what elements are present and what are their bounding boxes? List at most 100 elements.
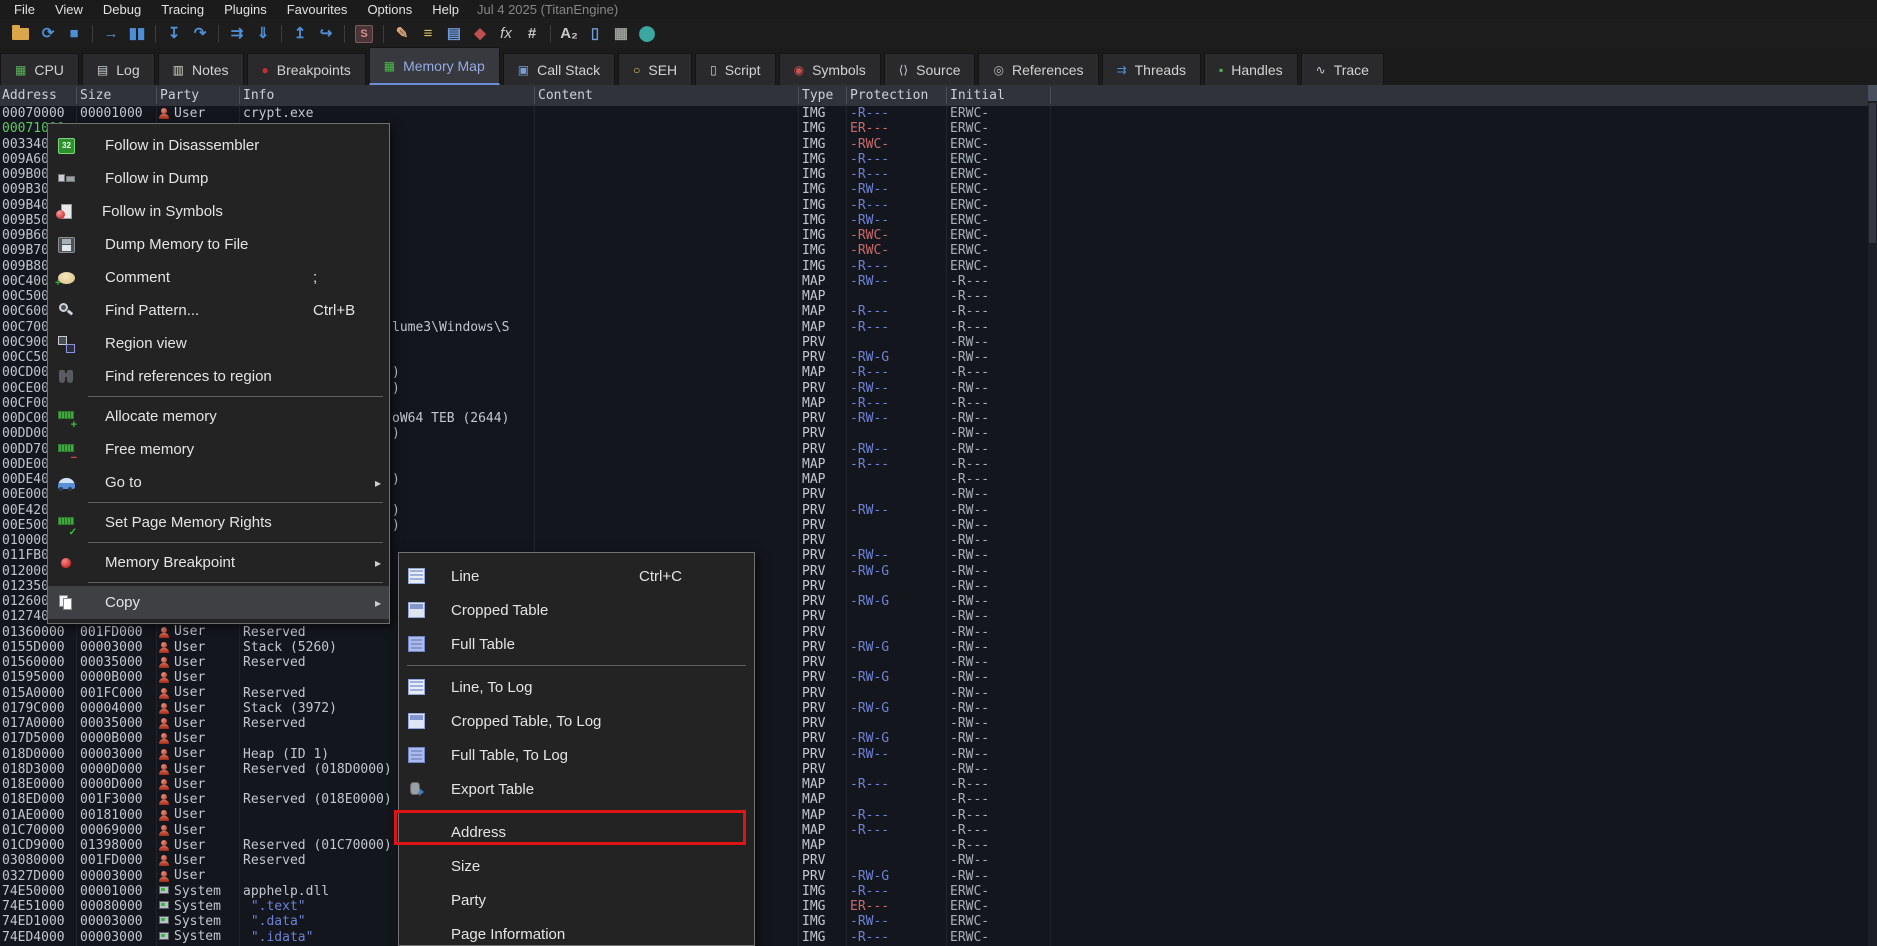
assembler-icon[interactable]: ✎ [389, 19, 415, 48]
tab-call-stack[interactable]: ▣Call Stack [503, 53, 615, 85]
menu-file[interactable]: File [4, 0, 45, 19]
dump-window-icon[interactable]: ▯ [582, 19, 608, 48]
font-size-icon[interactable]: A₂ [556, 19, 582, 48]
table-row[interactable]: 017A000000035000UserReservedPRV-RW-- [0, 716, 1868, 731]
tab-cpu[interactable]: ▦CPU [0, 53, 79, 85]
tab-handles[interactable]: ▪Handles [1204, 53, 1298, 85]
tab-threads[interactable]: ⇉Threads [1102, 53, 1201, 85]
execute-till-return-icon[interactable]: ↥ [287, 19, 313, 48]
tab-symbols[interactable]: ◉Symbols [779, 53, 881, 85]
scrollbar-up-button[interactable] [1868, 85, 1877, 101]
menu-help[interactable]: Help [422, 0, 469, 19]
context-menu-item-set-page-memory-rights[interactable]: Set Page Memory Rights [48, 506, 389, 539]
column-header-protection[interactable]: Protection [850, 85, 928, 106]
submenu-item-full-table[interactable]: Full Table [399, 627, 754, 661]
submenu-item-party[interactable]: Party [399, 883, 754, 917]
memory-grid-icon[interactable]: ▦ [608, 19, 634, 48]
submenu-item-line[interactable]: LineCtrl+C [399, 559, 754, 593]
column-header-info[interactable]: Info [243, 85, 274, 106]
patches-icon[interactable]: S [355, 25, 373, 43]
restart-icon[interactable]: ⟳ [35, 19, 61, 48]
table-row[interactable]: 015A0000001FC000UserReservedPRV-RW-- [0, 686, 1868, 701]
run-to-user-code-icon[interactable]: ↪ [313, 19, 339, 48]
column-header-address[interactable]: Address [2, 85, 57, 106]
table-row[interactable]: 017D50000000B000UserPRV-RW-G-RW-- [0, 731, 1868, 746]
table-row[interactable]: 74E5100000080000System ".text"IMGER---ER… [0, 899, 1868, 914]
column-header-type[interactable]: Type [802, 85, 833, 106]
tab-memory-map[interactable]: ▦Memory Map [369, 47, 500, 85]
table-row[interactable]: 018E00000000D000UserMAP-R----R--- [0, 777, 1868, 792]
menu-view[interactable]: View [45, 0, 93, 19]
context-menu-item-memory-breakpoint[interactable]: Memory Breakpoint▸ [48, 546, 389, 579]
close-icon[interactable]: ■ [61, 19, 87, 48]
submenu-item-page-information[interactable]: Page Information [399, 917, 754, 946]
tab-notes[interactable]: ▥Notes [158, 53, 244, 85]
layers-icon[interactable]: ▤ [441, 19, 467, 48]
table-row[interactable]: 01360000001FD000UserReservedPRV-RW-- [0, 625, 1868, 640]
animate-into-icon[interactable]: ⇉ [224, 19, 250, 48]
table-row[interactable]: 0327D00000003000UserPRV-RW-G-RW-- [0, 869, 1868, 884]
menu-debug[interactable]: Debug [93, 0, 151, 19]
step-over-icon[interactable]: ↷ [187, 19, 213, 48]
context-menu-item-find-pattern[interactable]: Find Pattern...Ctrl+B [48, 294, 389, 327]
column-header-party[interactable]: Party [160, 85, 199, 106]
column-header-size[interactable]: Size [80, 85, 111, 106]
context-menu-item-comment[interactable]: Comment; [48, 261, 389, 294]
table-row[interactable]: 01CD900001398000UserReserved (01C70000)M… [0, 838, 1868, 853]
column-header-initial[interactable]: Initial [950, 85, 1005, 106]
hash-icon[interactable]: # [519, 19, 545, 48]
submenu-item-export-table[interactable]: Export Table [399, 772, 754, 806]
tab-breakpoints[interactable]: ●Breakpoints [247, 53, 366, 85]
table-row[interactable]: 018D30000000D000UserReserved (018D0000)P… [0, 762, 1868, 777]
context-menu-item-follow-in-disassembler[interactable]: Follow in Disassembler [48, 129, 389, 162]
menu-tracing[interactable]: Tracing [151, 0, 214, 19]
comment-lines-icon[interactable]: ≡ [415, 19, 441, 48]
submenu-item-full-table-to-log[interactable]: Full Table, To Log [399, 738, 754, 772]
tab-source[interactable]: ⟨⟩Source [884, 53, 976, 85]
table-row[interactable]: 0007000000001000Usercrypt.exeIMG-R---ERW… [0, 106, 1868, 121]
tab-trace[interactable]: ∿Trace [1301, 53, 1384, 85]
menu-options[interactable]: Options [357, 0, 422, 19]
context-menu-item-go-to[interactable]: Go to▸ [48, 466, 389, 499]
table-row[interactable]: 01AE000000181000UserMAP-R----R--- [0, 808, 1868, 823]
calculator-icon[interactable]: fx [493, 19, 519, 48]
patch-marker-icon[interactable]: ◆ [467, 19, 493, 48]
submenu-item-cropped-table-to-log[interactable]: Cropped Table, To Log [399, 704, 754, 738]
table-row[interactable]: 74E5000000001000Systemapphelp.dllIMG-R--… [0, 884, 1868, 899]
context-menu-item-find-references-to-region[interactable]: Find references to region [48, 360, 389, 393]
table-row[interactable]: 0179C00000004000UserStack (3972)PRV-RW-G… [0, 701, 1868, 716]
pause-icon[interactable]: ▮▮ [124, 19, 150, 48]
submenu-item-line-to-log[interactable]: Line, To Log [399, 670, 754, 704]
context-menu-item-region-view[interactable]: Region view [48, 327, 389, 360]
context-menu-item-free-memory[interactable]: Free memory [48, 433, 389, 466]
context-menu-item-follow-in-dump[interactable]: Follow in Dump [48, 162, 389, 195]
menu-plugins[interactable]: Plugins [214, 0, 277, 19]
tab-references[interactable]: ◎References [978, 53, 1098, 85]
context-menu-item-copy[interactable]: Copy▸ [48, 586, 389, 619]
menu-favourites[interactable]: Favourites [277, 0, 358, 19]
table-row[interactable]: 03080000001FD000UserReservedPRV-RW-- [0, 853, 1868, 868]
vertical-scrollbar[interactable] [1868, 85, 1877, 946]
open-file-icon[interactable] [12, 28, 29, 40]
table-row[interactable]: 74ED400000003000System ".idata"IMG-R---E… [0, 930, 1868, 945]
context-menu-item-dump-memory-to-file[interactable]: Dump Memory to File [48, 228, 389, 261]
table-row[interactable]: 0156000000035000UserReservedPRV-RW-- [0, 655, 1868, 670]
context-menu-item-follow-in-symbols[interactable]: Follow in Symbols [48, 195, 389, 228]
step-into-source-icon[interactable]: ⇓ [250, 19, 276, 48]
context-menu-item-allocate-memory[interactable]: Allocate memory [48, 400, 389, 433]
table-row[interactable]: 015950000000B000UserPRV-RW-G-RW-- [0, 670, 1868, 685]
run-icon[interactable]: → [98, 19, 124, 48]
tab-log[interactable]: ▤Log [82, 53, 155, 85]
globe-icon[interactable]: ⬤ [634, 19, 660, 48]
column-header-content[interactable]: Content [538, 85, 593, 106]
table-row[interactable]: 01C7000000069000UserMAP-R----R--- [0, 823, 1868, 838]
tab-script[interactable]: ▯Script [695, 53, 775, 85]
table-row[interactable]: 018D000000003000UserHeap (ID 1)PRV-RW---… [0, 747, 1868, 762]
table-row[interactable]: 0155D00000003000UserStack (5260)PRV-RW-G… [0, 640, 1868, 655]
table-row[interactable]: 74ED100000003000System ".data"IMG-RW--ER… [0, 914, 1868, 929]
step-into-icon[interactable]: ↧ [161, 19, 187, 48]
submenu-item-cropped-table[interactable]: Cropped Table [399, 593, 754, 627]
table-row[interactable]: 018ED000001F3000UserReserved (018E0000)M… [0, 792, 1868, 807]
tab-seh[interactable]: ○SEH [618, 53, 692, 85]
submenu-item-size[interactable]: Size [399, 849, 754, 883]
